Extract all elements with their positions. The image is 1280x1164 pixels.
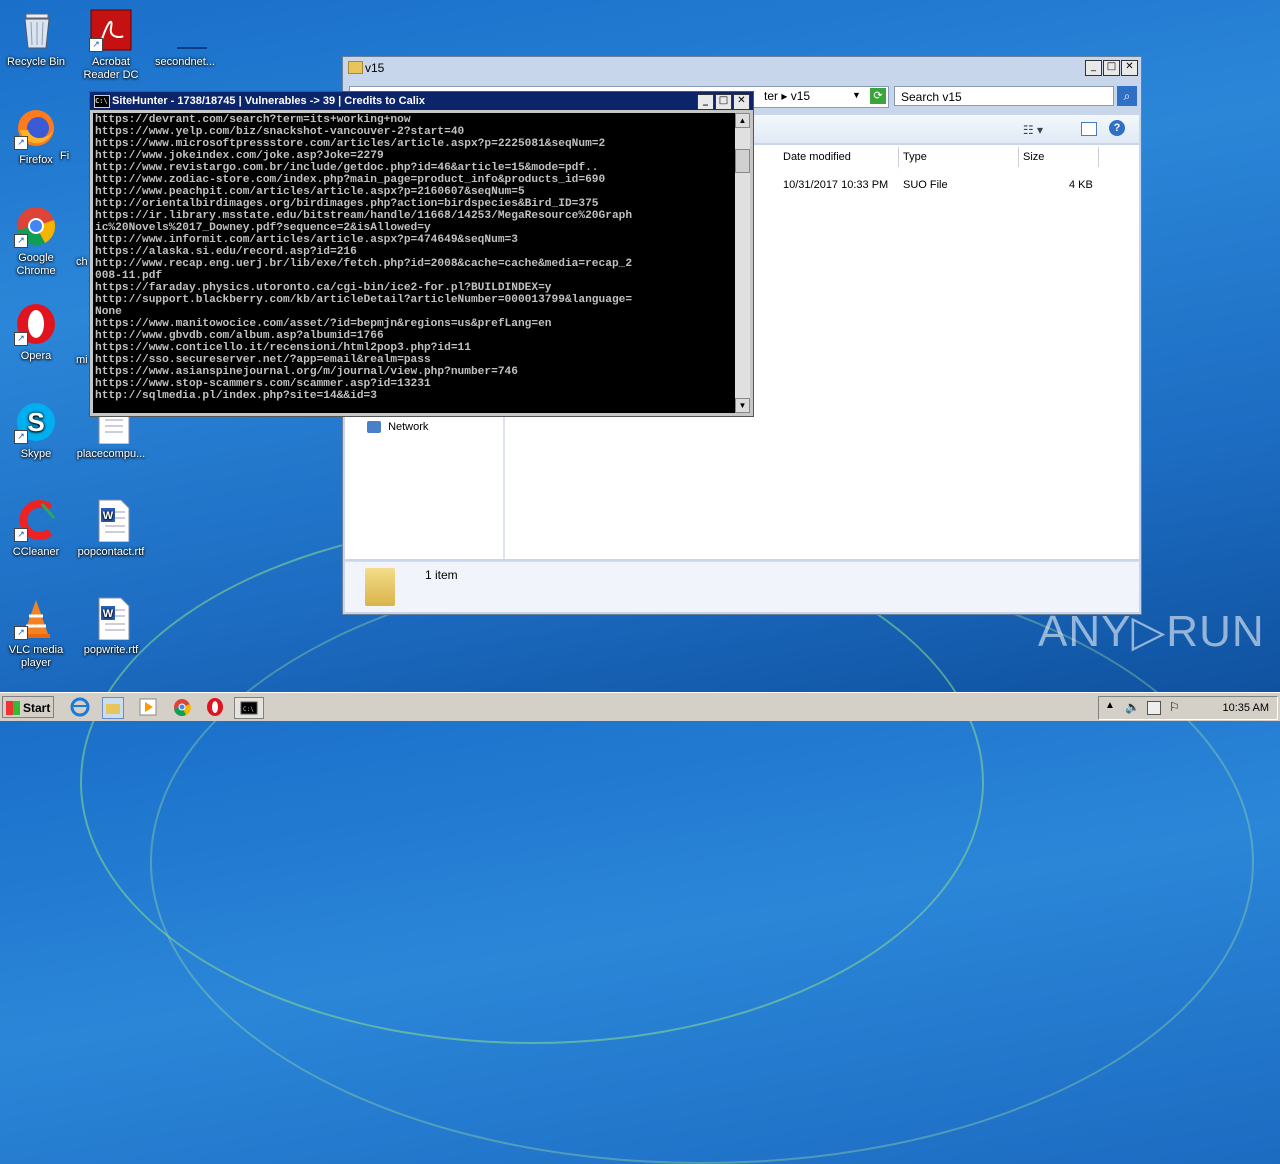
file-size: 4 KB	[1069, 179, 1093, 191]
shortcut-arrow-icon: ↗	[14, 234, 28, 248]
desktop-icon-secondnet[interactable]: secondnet...	[150, 8, 220, 69]
windows-logo-icon	[6, 701, 20, 715]
acrobat-icon: ↗	[89, 8, 133, 52]
word-document-icon: W	[89, 596, 133, 641]
word-document-icon: W	[89, 498, 133, 543]
nav-item-network[interactable]: Network	[367, 421, 428, 434]
network-tray-icon[interactable]	[1147, 701, 1161, 715]
console-text: https://devrant.com/search?term=its+work…	[95, 114, 633, 402]
desktop-icon-recycle-bin[interactable]: Recycle Bin	[1, 8, 71, 69]
file-row[interactable]: 10/31/2017 10:33 PM SUO File 4 KB	[779, 179, 1139, 197]
item-count: 1 item	[425, 568, 458, 582]
firefox-icon: ↗	[14, 106, 58, 150]
folder-icon	[348, 61, 363, 74]
file-icon	[163, 8, 207, 52]
network-icon	[367, 421, 381, 434]
svg-text:C:\: C:\	[243, 706, 254, 713]
explorer-icon[interactable]	[102, 697, 124, 719]
desktop-icon-ccleaner[interactable]: ↗ CCleaner	[1, 498, 71, 559]
shortcut-arrow-icon: ↗	[14, 528, 28, 542]
shortcut-arrow-icon: ↗	[89, 38, 103, 52]
svg-text:W: W	[103, 510, 114, 522]
scroll-down-icon[interactable]: ▼	[735, 398, 750, 413]
skype-icon: S ↗	[14, 400, 58, 444]
chevron-down-icon[interactable]: ▼	[852, 90, 861, 100]
svg-text:W: W	[103, 608, 114, 620]
folder-icon	[365, 568, 395, 606]
maximize-button[interactable]: □	[715, 94, 732, 110]
start-button[interactable]: Start	[2, 696, 54, 718]
shortcut-arrow-icon: ↗	[14, 626, 28, 640]
ie-icon[interactable]	[70, 697, 90, 717]
desktop-icon-partial-1[interactable]: Fi	[60, 150, 90, 163]
desktop-icon-skype[interactable]: S ↗ Skype	[1, 400, 71, 461]
column-type[interactable]: Type	[899, 147, 1019, 167]
file-type: SUO File	[903, 179, 948, 191]
help-icon[interactable]: ?	[1109, 120, 1125, 136]
desktop-icon-opera[interactable]: ↗ Opera	[1, 302, 71, 363]
console-window[interactable]: C:\ SiteHunter - 1738/18745 | Vulnerable…	[89, 91, 754, 417]
shortcut-arrow-icon: ↗	[14, 332, 28, 346]
file-date: 10/31/2017 10:33 PM	[783, 179, 889, 191]
taskbar: Start C:\ ▲ 🔈 ⚐ 10:35 AM	[0, 692, 1280, 721]
chevron-up-icon[interactable]: ▲	[1105, 700, 1115, 711]
shortcut-arrow-icon: ↗	[14, 136, 28, 150]
close-button[interactable]: ✕	[733, 94, 750, 110]
scroll-thumb[interactable]	[735, 149, 750, 173]
explorer-titlebar[interactable]: v15 _ □ ✕	[343, 57, 1141, 79]
media-player-icon[interactable]	[138, 697, 158, 717]
desktop-icon-chrome[interactable]: ↗ Google Chrome	[1, 204, 71, 278]
minimize-button[interactable]: _	[697, 94, 714, 110]
system-tray: ▲ 🔈 ⚐ 10:35 AM	[1098, 696, 1278, 720]
details-pane: 1 item	[345, 561, 1139, 612]
scroll-up-icon[interactable]: ▲	[735, 113, 750, 128]
column-date-modified[interactable]: Date modified	[779, 147, 899, 167]
desktop-icon-popwrite[interactable]: W popwrite.rtf	[76, 596, 146, 657]
search-input[interactable]: Search v15 ⌕	[894, 86, 1137, 106]
chrome-icon[interactable]	[172, 697, 192, 717]
desktop-icon-acrobat[interactable]: ↗ Acrobat Reader DC	[76, 8, 146, 82]
cmd-icon[interactable]: C:\	[234, 697, 264, 719]
recycle-bin-icon	[14, 8, 58, 52]
cmd-icon: C:\	[94, 95, 110, 108]
console-scrollbar[interactable]: ▲ ▼	[735, 113, 750, 413]
preview-pane-icon[interactable]	[1081, 122, 1097, 136]
shortcut-arrow-icon: ↗	[14, 430, 28, 444]
svg-text:S: S	[27, 407, 44, 437]
chrome-icon: ↗	[14, 204, 58, 248]
console-title: SiteHunter - 1738/18745 | Vulnerables ->…	[112, 95, 425, 107]
desktop-icon-popcontact[interactable]: W popcontact.rtf	[76, 498, 146, 559]
refresh-icon[interactable]: ⟳	[870, 88, 886, 104]
console-titlebar[interactable]: C:\ SiteHunter - 1738/18745 | Vulnerable…	[90, 92, 753, 110]
opera-icon[interactable]	[205, 697, 225, 717]
address-path: ter ▸ v15	[764, 89, 811, 103]
vlc-icon: ↗	[14, 596, 58, 640]
column-size[interactable]: Size	[1019, 147, 1099, 167]
anyrun-watermark: ANY▷RUN	[1038, 607, 1265, 656]
view-options-icon[interactable]: ☷ ▾	[1023, 123, 1043, 137]
ccleaner-icon: ↗	[14, 498, 58, 542]
maximize-button[interactable]: □	[1103, 60, 1120, 76]
opera-icon: ↗	[14, 302, 58, 346]
console-output[interactable]: https://devrant.com/search?term=its+work…	[93, 113, 735, 413]
desktop-icon-vlc[interactable]: ↗ VLC media player	[1, 596, 71, 670]
explorer-title: v15	[365, 61, 385, 75]
close-button[interactable]: ✕	[1121, 60, 1138, 76]
search-icon[interactable]: ⌕	[1117, 86, 1137, 106]
volume-icon[interactable]: 🔈	[1125, 700, 1140, 714]
flag-icon[interactable]: ⚐	[1169, 700, 1180, 714]
clock[interactable]: 10:35 AM	[1223, 697, 1269, 719]
minimize-button[interactable]: _	[1085, 60, 1102, 76]
